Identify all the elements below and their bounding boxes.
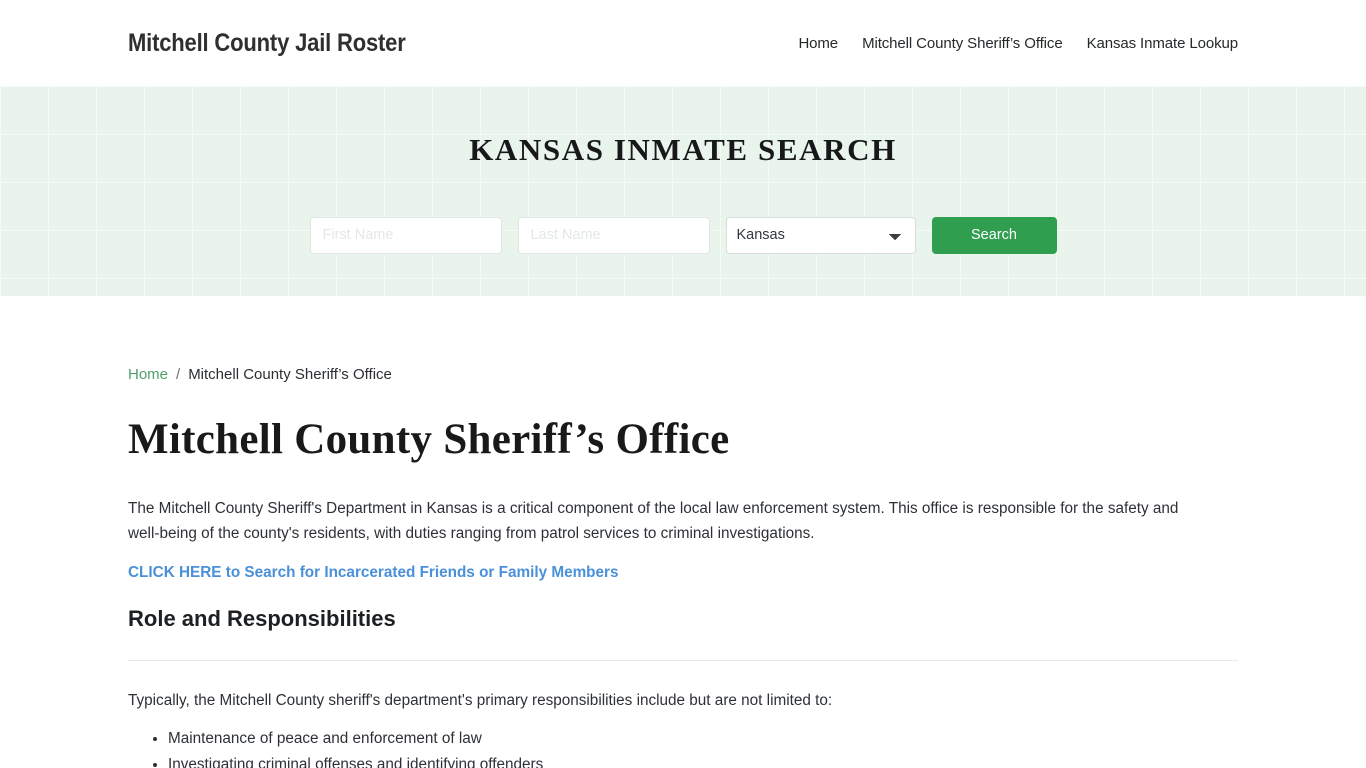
nav-item-kansas-inmate-lookup[interactable]: Kansas Inmate Lookup (1087, 35, 1239, 52)
breadcrumb-separator: / (176, 366, 181, 383)
list-item: Maintenance of peace and enforcement of … (168, 727, 1238, 752)
last-name-input[interactable] (517, 216, 710, 254)
inmate-search-cta-link[interactable]: CLICK HERE to Search for Incarcerated Fr… (128, 564, 619, 582)
section-divider (128, 660, 1238, 661)
site-header: Mitchell County Jail Roster Home Mitchel… (0, 0, 1366, 86)
intro-paragraph: The Mitchell County Sheriff's Department… (128, 500, 1179, 542)
main-content: Home / Mitchell County Sheriff’s Office … (0, 366, 1366, 768)
site-title: Mitchell County Jail Roster (128, 28, 406, 57)
inmate-search-hero: KANSAS INMATE SEARCH Kansas Search (0, 86, 1366, 296)
page-title: Mitchell County Sheriff’s Office (128, 416, 730, 463)
breadcrumb-home-link[interactable]: Home (128, 366, 168, 383)
list-item: Investigating criminal offenses and iden… (168, 753, 1238, 768)
nav-item-home[interactable]: Home (798, 35, 838, 52)
state-select[interactable]: Kansas (725, 216, 916, 254)
hero-title: KANSAS INMATE SEARCH (469, 132, 897, 167)
main-navigation: Home Mitchell County Sheriff’s Office Ka… (798, 35, 1238, 52)
search-button[interactable]: Search (931, 216, 1057, 254)
inmate-search-form: Kansas Search (309, 216, 1057, 254)
breadcrumb: Home / Mitchell County Sheriff’s Office (128, 366, 1238, 383)
first-name-input[interactable] (309, 216, 502, 254)
nav-item-mitchell-county-sheriffs-office[interactable]: Mitchell County Sheriff’s Office (862, 35, 1063, 52)
section-heading-role-and-responsibilities: Role and Responsibilities (128, 606, 396, 631)
responsibilities-intro: Typically, the Mitchell County sheriff's… (128, 692, 833, 709)
breadcrumb-current-page: Mitchell County Sheriff’s Office (188, 366, 392, 383)
responsibilities-list: Maintenance of peace and enforcement of … (128, 727, 1238, 768)
